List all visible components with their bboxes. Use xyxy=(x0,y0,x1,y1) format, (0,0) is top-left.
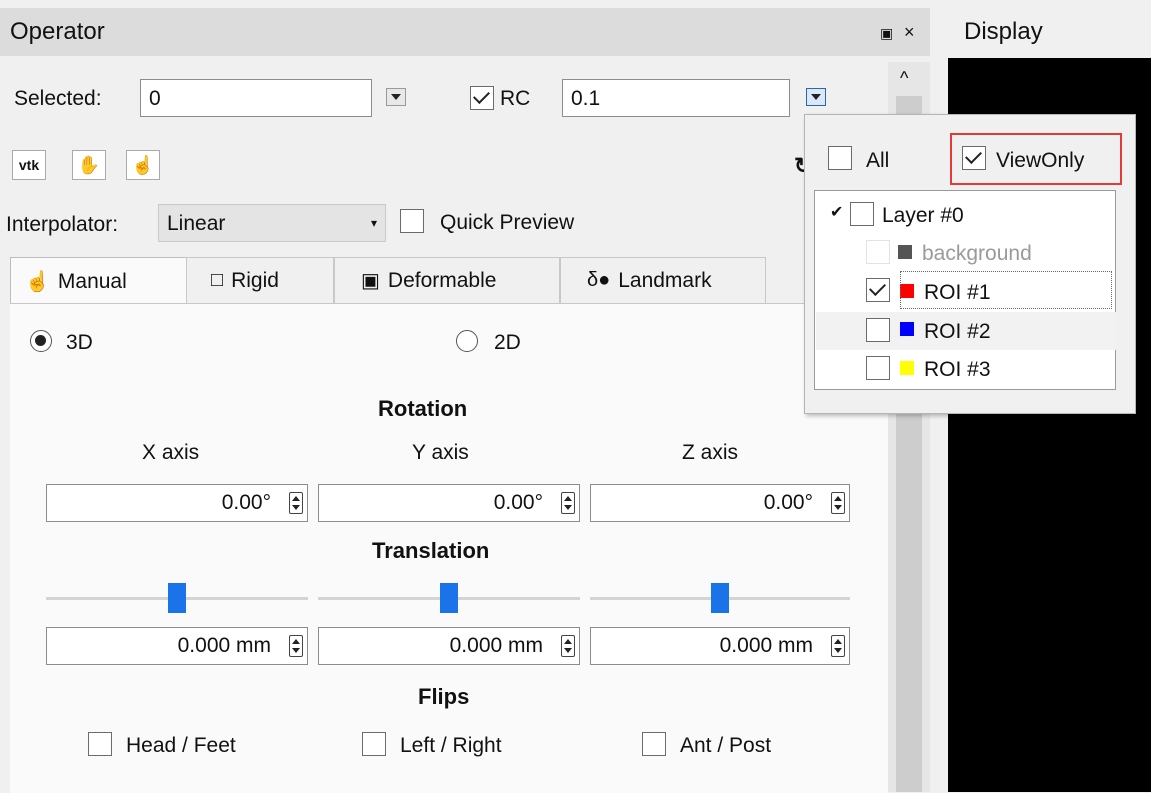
float-icon[interactable]: ▣ xyxy=(880,25,893,42)
layer-checkbox[interactable] xyxy=(850,202,874,226)
z-axis-label: Z axis xyxy=(682,441,739,464)
selected-value: 0 xyxy=(149,86,161,110)
translation-z-spinbox[interactable]: 0.000 mm xyxy=(590,627,850,665)
operator-title-bar xyxy=(0,8,930,56)
translation-x-slider-handle[interactable] xyxy=(168,583,186,613)
rotation-y-spinbox[interactable]: 0.00° xyxy=(318,484,580,522)
all-label: All xyxy=(866,149,890,172)
layer-item-roi2[interactable]: ROI #2 xyxy=(816,312,1116,350)
rotation-z-value: 0.00° xyxy=(763,491,813,514)
spin-arrows-icon[interactable] xyxy=(561,492,575,514)
interpolator-value: Linear xyxy=(167,211,226,235)
chevron-down-icon: ▾ xyxy=(370,216,377,230)
radio-2d[interactable] xyxy=(456,330,478,352)
interpolator-select[interactable]: Linear ▾ xyxy=(158,204,386,242)
roi-label: RC xyxy=(500,87,531,110)
glove-fill-icon: ✋ xyxy=(77,154,101,175)
viewonly-label: ViewOnly xyxy=(996,149,1085,172)
roi-value: 0.1 xyxy=(571,86,601,110)
selected-dropdown-button[interactable] xyxy=(386,88,406,106)
roi3-checkbox[interactable] xyxy=(866,356,890,380)
tab-landmark[interactable]: δ● Landmark xyxy=(560,257,766,303)
hand-icon: ☝ xyxy=(25,271,50,293)
x-axis-label: X axis xyxy=(142,441,200,464)
radio-3d-label: 3D xyxy=(66,331,93,354)
flip-head-feet-label: Head / Feet xyxy=(126,734,236,757)
glove-outline-button[interactable]: ☝ xyxy=(126,150,160,180)
rotation-y-value: 0.00° xyxy=(493,491,543,514)
all-checkbox[interactable] xyxy=(828,146,852,170)
tab-deformable-label: Deformable xyxy=(387,268,497,292)
expand-chevron-icon[interactable]: ✔ xyxy=(830,202,843,222)
landmark-icon: δ● xyxy=(587,269,611,291)
selected-label: Selected: xyxy=(14,87,102,110)
translation-z-slider-handle[interactable] xyxy=(711,583,729,613)
background-label: background xyxy=(922,242,1032,265)
rigid-icon: □ xyxy=(211,269,224,291)
roi2-checkbox[interactable] xyxy=(866,318,890,342)
translation-y-value: 0.000 mm xyxy=(449,634,543,657)
background-checkbox xyxy=(866,240,890,264)
tab-deformable[interactable]: ▣ Deformable xyxy=(334,257,560,303)
spin-arrows-icon[interactable] xyxy=(289,635,303,657)
flip-left-right-checkbox[interactable] xyxy=(362,732,386,756)
scroll-up-arrow-icon[interactable]: ^ xyxy=(900,68,908,89)
glove-fill-button[interactable]: ✋ xyxy=(72,150,106,180)
roi2-label: ROI #2 xyxy=(924,320,991,343)
spin-arrows-icon[interactable] xyxy=(831,635,845,657)
background-swatch xyxy=(898,245,912,259)
layer-item-background: background xyxy=(816,234,1116,272)
rotation-x-value: 0.00° xyxy=(221,491,271,514)
tab-manual-label: Manual xyxy=(57,269,127,293)
layer-row[interactable]: ✔ Layer #0 xyxy=(816,196,1116,234)
selected-field[interactable]: 0 xyxy=(140,79,372,117)
rotation-title: Rotation xyxy=(378,396,468,421)
flip-head-feet-checkbox[interactable] xyxy=(88,732,112,756)
translation-y-slider-handle[interactable] xyxy=(440,583,458,613)
translation-z-value: 0.000 mm xyxy=(719,634,813,657)
roi3-swatch xyxy=(900,361,914,375)
roi-dropdown-button[interactable] xyxy=(806,88,826,106)
translation-y-spinbox[interactable]: 0.000 mm xyxy=(318,627,580,665)
roi2-swatch xyxy=(900,322,914,336)
roi-checkbox[interactable] xyxy=(470,86,494,110)
vtk-button[interactable]: vtk xyxy=(12,150,46,180)
glove-outline-icon: ☝ xyxy=(131,154,155,175)
quick-preview-label: Quick Preview xyxy=(440,211,575,234)
rotation-z-spinbox[interactable]: 0.00° xyxy=(590,484,850,522)
flip-ant-post-checkbox[interactable] xyxy=(642,732,666,756)
radio-2d-label: 2D xyxy=(494,331,521,354)
spin-arrows-icon[interactable] xyxy=(561,635,575,657)
layer-label: Layer #0 xyxy=(882,204,964,227)
roi3-label: ROI #3 xyxy=(924,358,991,381)
deformable-icon: ▣ xyxy=(361,270,380,292)
flips-title: Flips xyxy=(418,684,470,709)
roi1-checkbox[interactable] xyxy=(866,278,890,302)
display-title: Display xyxy=(964,18,1043,45)
tab-rigid-label: Rigid xyxy=(231,268,279,292)
close-icon[interactable]: × xyxy=(904,22,915,43)
roi1-label: ROI #1 xyxy=(924,281,991,304)
operator-title: Operator xyxy=(10,18,105,45)
translation-title: Translation xyxy=(372,538,490,563)
spin-arrows-icon[interactable] xyxy=(831,492,845,514)
rotation-x-spinbox[interactable]: 0.00° xyxy=(46,484,308,522)
quick-preview-checkbox[interactable] xyxy=(400,209,424,233)
radio-3d[interactable] xyxy=(30,330,52,352)
interpolator-label: Interpolator: xyxy=(6,213,119,236)
roi-value-field[interactable]: 0.1 xyxy=(562,79,790,117)
flip-ant-post-label: Ant / Post xyxy=(680,734,772,757)
translation-x-spinbox[interactable]: 0.000 mm xyxy=(46,627,308,665)
spin-arrows-icon[interactable] xyxy=(289,492,303,514)
tab-landmark-label: Landmark xyxy=(618,268,712,292)
tab-manual[interactable]: ☝ Manual xyxy=(10,257,188,305)
viewonly-checkbox[interactable] xyxy=(962,146,986,170)
translation-x-value: 0.000 mm xyxy=(177,634,271,657)
tab-rigid[interactable]: □ Rigid xyxy=(186,257,334,303)
vtk-label: vtk xyxy=(18,157,40,173)
layer-item-roi1[interactable]: ROI #1 xyxy=(816,271,1116,310)
flip-left-right-label: Left / Right xyxy=(400,734,502,757)
y-axis-label: Y axis xyxy=(412,441,469,464)
layer-item-roi3[interactable]: ROI #3 xyxy=(816,350,1116,388)
